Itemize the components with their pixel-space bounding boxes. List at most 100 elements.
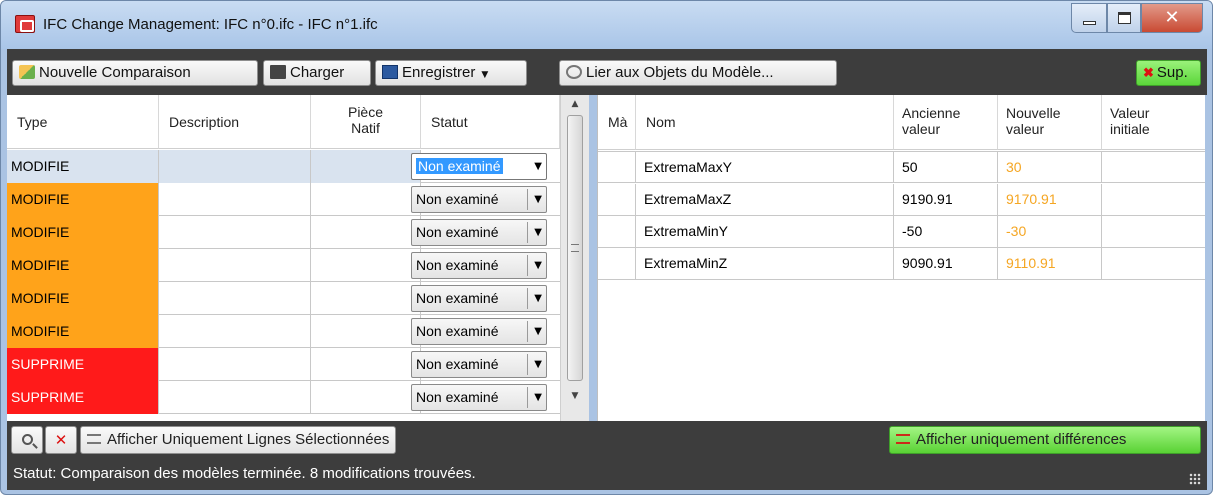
name-cell[interactable]: ExtremaMinY [636, 216, 894, 247]
link-objects-button[interactable]: Lier aux Objets du Modèle... [559, 60, 837, 86]
scroll-up-icon[interactable]: ▲ [561, 99, 589, 109]
type-cell[interactable]: MODIFIE [7, 183, 159, 216]
load-label: Charger [290, 64, 345, 81]
column-header-piece-natif[interactable]: Pièce Natif [311, 95, 421, 149]
close-icon: ✕ [54, 431, 68, 449]
type-cell[interactable]: MODIFIE [7, 282, 159, 315]
type-cell[interactable]: MODIFIE [7, 315, 159, 348]
piece-cell[interactable] [311, 282, 421, 315]
scroll-thumb[interactable] [567, 115, 583, 381]
name-cell[interactable]: ExtremaMaxZ [636, 184, 894, 215]
old-value-cell[interactable]: -50 [894, 216, 998, 247]
old-value-cell[interactable]: 9090.91 [894, 248, 998, 279]
description-cell[interactable] [159, 381, 311, 414]
piece-cell[interactable] [311, 183, 421, 216]
old-value-cell[interactable]: 50 [894, 152, 998, 183]
column-header-nom[interactable]: Nom [636, 95, 894, 150]
description-cell[interactable] [159, 282, 311, 315]
column-header-description[interactable]: Description [159, 95, 311, 149]
piece-cell[interactable] [311, 216, 421, 249]
load-button[interactable]: Charger [263, 60, 371, 86]
new-comparison-label: Nouvelle Comparaison [39, 64, 191, 81]
status-dropdown[interactable]: Non examiné ▼ [411, 285, 547, 312]
description-cell[interactable] [159, 348, 311, 381]
column-header-type[interactable]: Type [7, 95, 159, 149]
initial-value-cell[interactable] [1102, 152, 1205, 183]
title-bar[interactable]: IFC Change Management: IFC n°0.ifc - IFC… [1, 1, 1212, 49]
table-row[interactable]: MODIFIE Non examiné ▼ [7, 183, 560, 216]
table-row[interactable]: MODIFIE Non examiné ▼ [7, 150, 560, 183]
changes-grid-scrollbar[interactable]: ▲ ▼ [560, 95, 589, 459]
save-button[interactable]: Enregistrer ▼ [375, 60, 527, 86]
delete-button[interactable]: ✖ Sup. [1136, 60, 1201, 86]
status-dropdown[interactable]: Non examiné ▼ [411, 351, 547, 378]
window-title: IFC Change Management: IFC n°0.ifc - IFC… [43, 16, 378, 33]
column-header-status[interactable]: Statut [421, 95, 560, 149]
chevron-down-icon: ▼ [481, 70, 489, 80]
search-button[interactable] [11, 426, 43, 454]
show-selected-only-button[interactable]: Afficher Uniquement Lignes Sélectionnées [80, 426, 397, 454]
column-header-old-value[interactable]: Ancienne valeur [894, 95, 998, 150]
name-cell[interactable]: ExtremaMaxY [636, 152, 894, 183]
list-icon [896, 434, 910, 444]
ma-cell[interactable] [598, 216, 636, 247]
table-row[interactable]: SUPPRIME Non examiné ▼ [7, 348, 560, 381]
type-cell[interactable]: MODIFIE [7, 216, 159, 249]
type-cell[interactable]: SUPPRIME [7, 381, 159, 414]
type-cell[interactable]: MODIFIE [7, 150, 159, 183]
ma-cell[interactable] [598, 248, 636, 279]
initial-value-cell[interactable] [1102, 184, 1205, 215]
description-cell[interactable] [159, 183, 311, 216]
piece-cell[interactable] [311, 315, 421, 348]
table-row[interactable]: ExtremaMinZ 9090.91 9110.91 [598, 248, 1205, 280]
status-dropdown[interactable]: Non examiné ▼ [411, 219, 547, 246]
save-icon [382, 65, 398, 79]
new-value-cell[interactable]: 9110.91 [998, 248, 1102, 279]
description-cell[interactable] [159, 150, 311, 183]
status-dropdown[interactable]: Non examiné ▼ [411, 318, 547, 345]
new-comparison-button[interactable]: Nouvelle Comparaison [12, 60, 258, 86]
table-row[interactable]: MODIFIE Non examiné ▼ [7, 216, 560, 249]
initial-value-cell[interactable] [1102, 216, 1205, 247]
new-value-cell[interactable]: -30 [998, 216, 1102, 247]
column-header-ma[interactable]: Mà [598, 95, 636, 150]
table-row[interactable]: MODIFIE Non examiné ▼ [7, 249, 560, 282]
piece-cell[interactable] [311, 150, 421, 183]
description-cell[interactable] [159, 315, 311, 348]
show-differences-only-button[interactable]: Afficher uniquement différences [889, 426, 1201, 454]
piece-cell[interactable] [311, 249, 421, 282]
table-row[interactable]: SUPPRIME Non examiné ▼ [7, 381, 560, 414]
maximize-button[interactable] [1107, 3, 1141, 33]
chevron-down-icon: ▼ [534, 194, 542, 205]
description-cell[interactable] [159, 249, 311, 282]
table-row[interactable]: ExtremaMaxY 50 30 [598, 151, 1205, 183]
new-value-cell[interactable]: 9170.91 [998, 184, 1102, 215]
piece-cell[interactable] [311, 348, 421, 381]
status-dropdown[interactable]: Non examiné ▼ [411, 153, 547, 180]
status-dropdown[interactable]: Non examiné ▼ [411, 186, 547, 213]
column-header-initial-value[interactable]: Valeur initiale [1102, 95, 1205, 150]
type-cell[interactable]: MODIFIE [7, 249, 159, 282]
piece-cell[interactable] [311, 381, 421, 414]
resize-grip-icon[interactable] [1189, 473, 1201, 485]
close-button[interactable]: ✕ [1141, 3, 1203, 33]
clear-filter-button[interactable]: ✕ [45, 426, 77, 454]
old-value-cell[interactable]: 9190.91 [894, 184, 998, 215]
minimize-button[interactable] [1071, 3, 1107, 33]
scroll-down-icon[interactable]: ▼ [561, 391, 589, 401]
table-row[interactable]: ExtremaMaxZ 9190.91 9170.91 [598, 184, 1205, 216]
status-dropdown[interactable]: Non examiné ▼ [411, 252, 547, 279]
name-cell[interactable]: ExtremaMinZ [636, 248, 894, 279]
table-row[interactable]: MODIFIE Non examiné ▼ [7, 315, 560, 348]
description-cell[interactable] [159, 216, 311, 249]
status-bar: Statut: Comparaison des modèles terminée… [7, 459, 1207, 490]
column-header-new-value[interactable]: Nouvelle valeur [998, 95, 1102, 150]
table-row[interactable]: ExtremaMinY -50 -30 [598, 216, 1205, 248]
initial-value-cell[interactable] [1102, 248, 1205, 279]
ma-cell[interactable] [598, 184, 636, 215]
ma-cell[interactable] [598, 152, 636, 183]
type-cell[interactable]: SUPPRIME [7, 348, 159, 381]
table-row[interactable]: MODIFIE Non examiné ▼ [7, 282, 560, 315]
status-dropdown[interactable]: Non examiné ▼ [411, 384, 547, 411]
new-value-cell[interactable]: 30 [998, 152, 1102, 183]
